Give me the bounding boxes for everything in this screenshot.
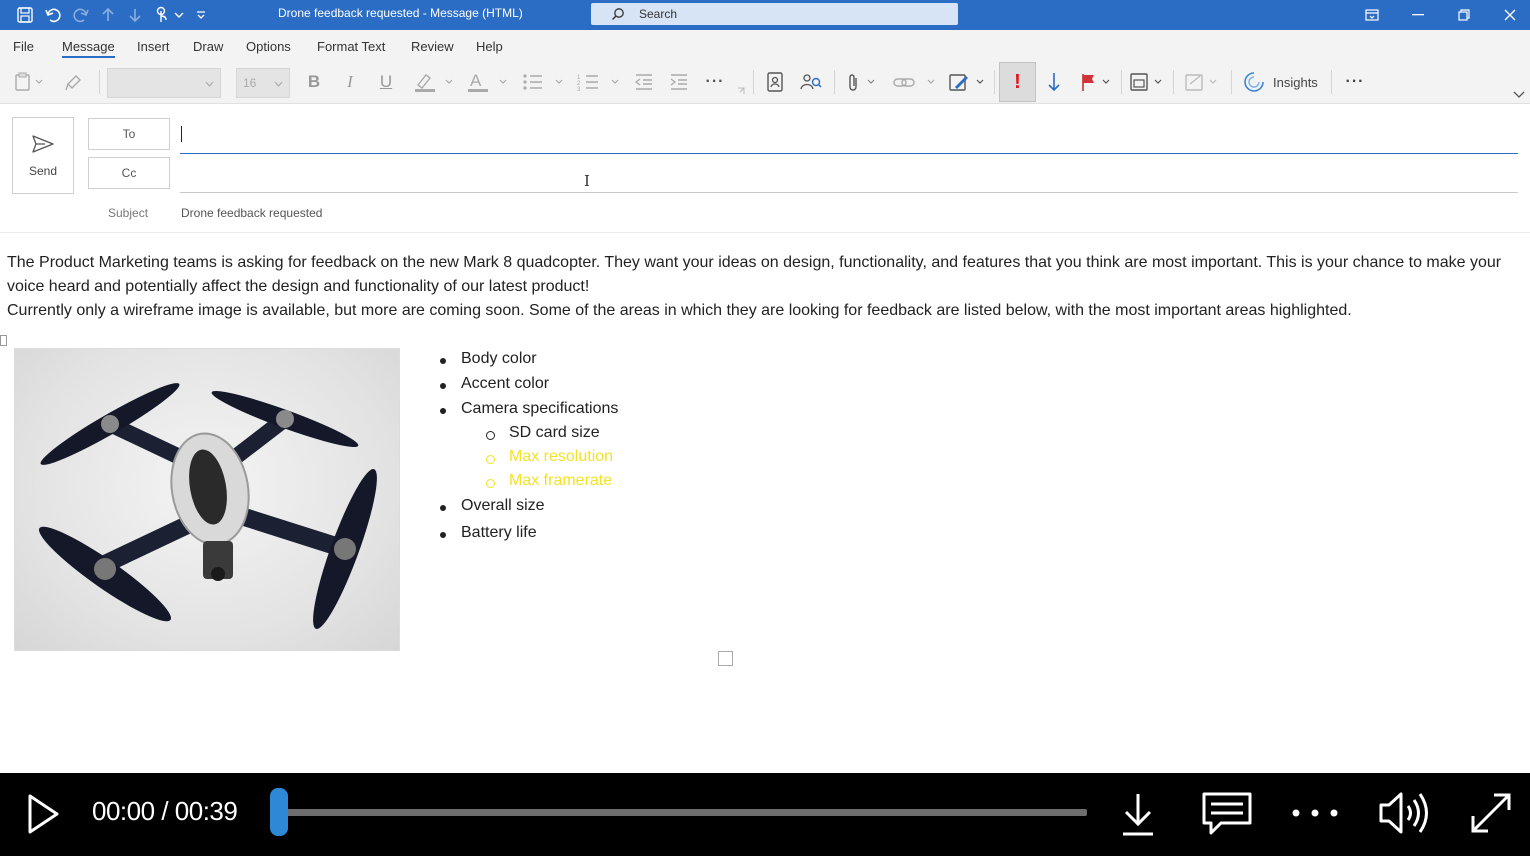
undo-icon[interactable] — [42, 0, 64, 30]
bold-icon[interactable]: B — [302, 68, 326, 96]
signature-icon[interactable] — [947, 68, 987, 96]
playback-time: 00:00 / 00:39 — [92, 796, 238, 827]
tab-review[interactable]: Review — [411, 39, 454, 54]
chevron-down-icon[interactable] — [172, 0, 186, 30]
text-caret — [181, 126, 182, 142]
dialog-launcher-icon[interactable] — [735, 86, 747, 96]
close-icon[interactable] — [1487, 0, 1530, 30]
address-book-icon[interactable] — [762, 68, 788, 96]
video-player-bar: 00:00 / 00:39 — [0, 773, 1530, 856]
insights-label: Insights — [1273, 74, 1318, 90]
send-icon — [32, 134, 54, 153]
check-names-icon[interactable] — [797, 68, 825, 96]
to-button[interactable]: To — [88, 118, 170, 150]
search-box[interactable]: Search — [591, 3, 958, 25]
title-bar: Drone feedback requested - Message (HTML… — [0, 0, 1530, 30]
cc-field[interactable] — [180, 192, 1518, 193]
fullscreen-icon[interactable] — [1464, 787, 1518, 839]
templates-icon[interactable] — [1127, 68, 1167, 96]
menu-bar: File Message Insert Draw Options Format … — [0, 30, 1530, 60]
header-divider — [0, 232, 1530, 233]
table-anchor-icon[interactable] — [0, 335, 7, 346]
ribbon-display-options-icon[interactable] — [1349, 0, 1395, 30]
insights-button[interactable]: Insights — [1243, 68, 1318, 96]
format-painter-icon[interactable] — [60, 68, 88, 96]
body-paragraph-2: Currently only a wireframe image is avai… — [7, 302, 1352, 319]
current-time: 00:00 — [92, 796, 155, 826]
sensitivity-icon[interactable] — [1182, 68, 1222, 96]
numbering-icon[interactable]: 123 — [576, 68, 622, 96]
ribbon: 16 B I U A 123 ··· ! Insights ··· — [0, 60, 1530, 104]
volume-icon[interactable] — [1374, 787, 1432, 839]
time-separator: / — [161, 796, 169, 826]
save-icon[interactable] — [12, 0, 38, 30]
progress-track[interactable] — [278, 809, 1087, 816]
search-icon — [612, 8, 624, 20]
search-placeholder: Search — [639, 7, 678, 21]
play-icon[interactable] — [22, 791, 64, 837]
collapse-ribbon-icon[interactable] — [1510, 88, 1528, 102]
tab-format-text[interactable]: Format Text — [317, 39, 385, 54]
tab-options[interactable]: Options — [246, 39, 291, 54]
to-label: To — [122, 127, 136, 141]
low-importance-icon[interactable] — [1041, 68, 1067, 96]
link-icon[interactable] — [890, 68, 938, 96]
progress-thumb[interactable] — [270, 788, 288, 836]
cc-label: Cc — [121, 166, 137, 180]
message-body[interactable]: The Product Marketing teams is asking fo… — [7, 251, 1507, 323]
redo-icon[interactable] — [70, 0, 92, 30]
font-size-dropdown[interactable]: 16 — [236, 68, 290, 98]
italic-icon[interactable]: I — [338, 68, 362, 96]
paste-icon[interactable] — [8, 68, 48, 96]
download-icon[interactable] — [1116, 789, 1160, 839]
minimize-icon[interactable] — [1395, 0, 1441, 30]
tab-help[interactable]: Help — [476, 39, 503, 54]
ibeam-cursor-icon: I — [584, 172, 590, 190]
send-button[interactable]: Send — [12, 117, 74, 194]
more-options-player-icon[interactable] — [1288, 798, 1342, 828]
tab-draw[interactable]: Draw — [193, 39, 223, 54]
content-placeholder-box[interactable] — [718, 651, 733, 666]
tab-message[interactable]: Message — [62, 39, 115, 58]
restore-icon[interactable] — [1441, 0, 1487, 30]
tab-insert[interactable]: Insert — [137, 39, 170, 54]
underline-icon[interactable]: U — [374, 68, 398, 96]
font-size-value: 16 — [243, 76, 257, 90]
body-paragraph-1: The Product Marketing teams is asking fo… — [7, 254, 1502, 295]
tab-file[interactable]: File — [13, 39, 34, 54]
duration: 00:39 — [174, 796, 238, 826]
send-label: Send — [28, 163, 58, 178]
follow-up-flag-icon[interactable] — [1076, 68, 1116, 96]
insights-icon — [1244, 72, 1264, 92]
more-options-icon[interactable]: ··· — [1342, 68, 1368, 96]
bullets-icon[interactable] — [520, 68, 566, 96]
high-importance-icon[interactable]: ! — [999, 62, 1036, 102]
font-name-dropdown[interactable] — [107, 68, 221, 98]
increase-indent-icon[interactable] — [667, 68, 691, 96]
subject-field[interactable]: Drone feedback requested — [181, 206, 322, 220]
font-color-icon[interactable]: A — [465, 68, 509, 96]
to-field[interactable] — [180, 153, 1518, 154]
captions-icon[interactable] — [1199, 789, 1255, 839]
cc-button[interactable]: Cc — [88, 157, 170, 189]
up-arrow-icon[interactable] — [97, 0, 119, 30]
touch-mode-icon[interactable] — [150, 0, 172, 30]
svg-text:A: A — [470, 71, 482, 90]
drone-wireframe-image — [14, 348, 400, 651]
svg-text:3: 3 — [577, 87, 581, 91]
more-icon[interactable]: ··· — [702, 68, 728, 96]
subject-label: Subject — [108, 206, 149, 220]
decrease-indent-icon[interactable] — [632, 68, 656, 96]
window-title: Drone feedback requested - Message (HTML… — [278, 6, 523, 20]
customize-toolbar-icon[interactable] — [193, 0, 209, 30]
down-arrow-icon[interactable] — [124, 0, 146, 30]
attach-file-icon[interactable] — [843, 68, 879, 96]
highlight-icon[interactable] — [410, 68, 454, 96]
